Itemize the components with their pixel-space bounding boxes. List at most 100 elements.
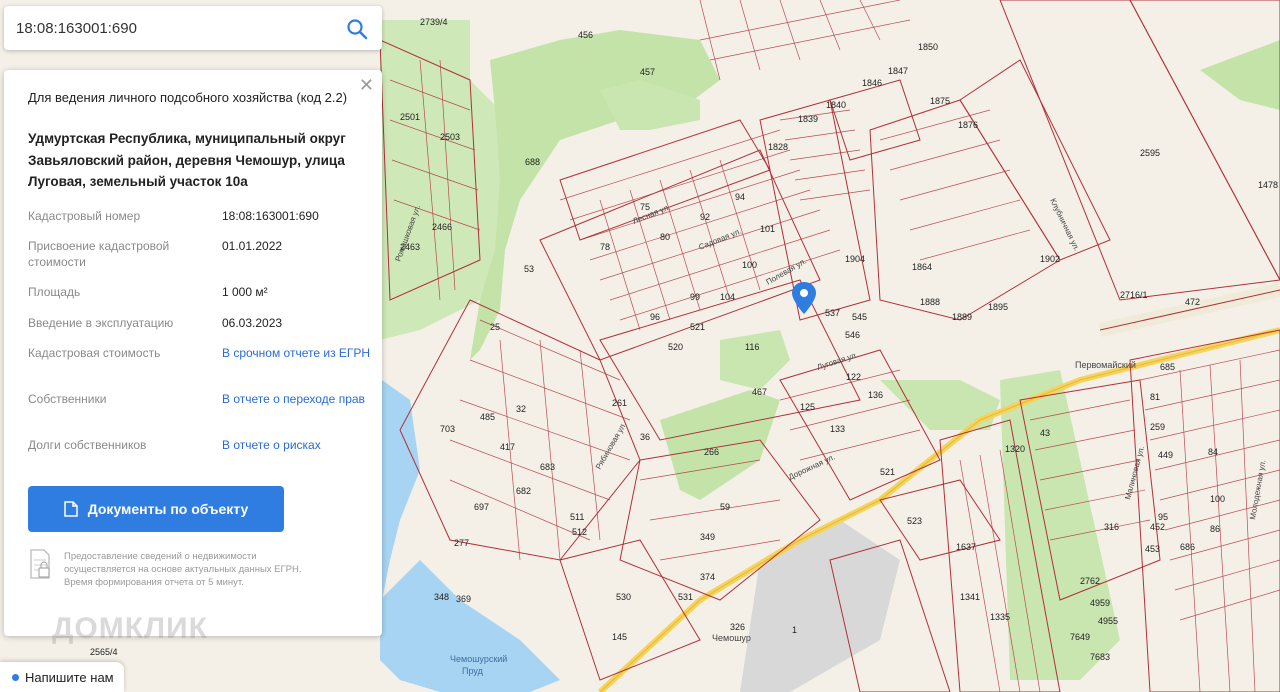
svg-text:521: 521	[880, 467, 895, 477]
svg-text:125: 125	[800, 402, 815, 412]
svg-text:99: 99	[690, 292, 700, 302]
svg-text:2565/4: 2565/4	[90, 647, 118, 657]
cadastral-value-report-link[interactable]: В срочном отчете из ЕГРН	[222, 345, 372, 361]
svg-text:703: 703	[440, 424, 455, 434]
svg-text:Пруд: Пруд	[462, 666, 484, 676]
svg-text:369: 369	[456, 594, 471, 604]
svg-text:133: 133	[830, 424, 845, 434]
svg-text:59: 59	[720, 502, 730, 512]
svg-text:1864: 1864	[912, 262, 932, 272]
chat-button[interactable]: Напишите нам	[0, 662, 124, 692]
svg-text:1847: 1847	[888, 66, 908, 76]
svg-text:4959: 4959	[1090, 598, 1110, 608]
svg-text:261: 261	[612, 398, 627, 408]
svg-text:456: 456	[578, 30, 593, 40]
risk-report-link[interactable]: В отчете о рисках	[222, 437, 372, 453]
svg-text:452: 452	[1150, 522, 1165, 532]
svg-text:145: 145	[612, 632, 627, 642]
svg-text:348: 348	[434, 592, 449, 602]
field-value: 01.01.2022	[222, 239, 283, 253]
svg-text:96: 96	[650, 312, 660, 322]
svg-text:546: 546	[845, 330, 860, 340]
svg-text:2503: 2503	[440, 132, 460, 142]
svg-text:1839: 1839	[798, 114, 818, 124]
svg-text:122: 122	[846, 372, 861, 382]
svg-text:545: 545	[852, 312, 867, 322]
svg-text:472: 472	[1185, 297, 1200, 307]
object-documents-button[interactable]: Документы по объекту	[28, 486, 284, 532]
svg-text:1341: 1341	[960, 592, 980, 602]
ownership-transfer-report-link[interactable]: В отчете о переходе прав	[222, 391, 372, 407]
svg-text:Первомайский: Первомайский	[1075, 360, 1136, 370]
svg-text:101: 101	[760, 224, 775, 234]
svg-text:2466: 2466	[432, 222, 452, 232]
svg-text:94: 94	[735, 192, 745, 202]
svg-text:697: 697	[474, 502, 489, 512]
field-label: Введение в эксплуатацию	[28, 316, 174, 330]
svg-text:7649: 7649	[1070, 632, 1090, 642]
svg-text:457: 457	[640, 67, 655, 77]
svg-text:100: 100	[742, 260, 757, 270]
svg-text:Чемошурский: Чемошурский	[450, 654, 507, 664]
svg-text:259: 259	[1150, 422, 1165, 432]
svg-text:511: 511	[570, 512, 584, 522]
cadastral-search-input[interactable]	[14, 18, 338, 38]
svg-text:1828: 1828	[768, 142, 788, 152]
svg-text:43: 43	[1040, 428, 1050, 438]
svg-text:1846: 1846	[862, 78, 882, 88]
field-value: 1 000 м²	[222, 285, 268, 299]
svg-text:686: 686	[1180, 542, 1195, 552]
field-value: 18:08:163001:690	[222, 209, 319, 223]
close-icon[interactable]: ✕	[359, 76, 374, 94]
search-icon[interactable]	[346, 18, 368, 40]
svg-text:417: 417	[500, 442, 515, 452]
svg-text:685: 685	[1160, 362, 1175, 372]
data-source-note: Предоставление сведений о недвижимости о…	[64, 551, 302, 588]
svg-text:1335: 1335	[990, 612, 1010, 622]
field-label: Кадастровая стоимость	[28, 346, 161, 360]
svg-text:80: 80	[660, 232, 670, 242]
svg-text:453: 453	[1145, 544, 1160, 554]
svg-text:2595: 2595	[1140, 148, 1160, 158]
parcel-address: Удмуртская Республика, муниципальный окр…	[28, 131, 346, 189]
svg-text:81: 81	[1150, 392, 1160, 402]
svg-text:1637: 1637	[956, 542, 976, 552]
svg-text:683: 683	[540, 462, 555, 472]
svg-text:53: 53	[524, 264, 534, 274]
svg-text:1888: 1888	[920, 297, 940, 307]
svg-text:277: 277	[454, 538, 469, 548]
svg-text:136: 136	[868, 390, 883, 400]
field-label: Собственники	[28, 392, 107, 406]
svg-text:512: 512	[572, 527, 587, 537]
svg-text:449: 449	[1158, 450, 1173, 460]
document-icon	[63, 501, 78, 517]
svg-text:1840: 1840	[826, 100, 846, 110]
svg-text:1876: 1876	[958, 120, 978, 130]
svg-text:1904: 1904	[845, 254, 865, 264]
svg-text:104: 104	[720, 292, 735, 302]
svg-text:530: 530	[616, 592, 631, 602]
svg-text:1478: 1478	[1258, 180, 1278, 190]
svg-text:1902: 1902	[1040, 254, 1060, 264]
svg-text:1889: 1889	[952, 312, 972, 322]
svg-text:467: 467	[752, 387, 767, 397]
svg-text:1320: 1320	[1005, 444, 1025, 454]
svg-text:523: 523	[907, 516, 922, 526]
field-value: 06.03.2023	[222, 316, 283, 330]
svg-text:Чемошур: Чемошур	[712, 633, 751, 643]
svg-text:682: 682	[516, 486, 531, 496]
svg-text:1875: 1875	[930, 96, 950, 106]
field-label: Кадастровый номер	[28, 209, 141, 223]
svg-text:2716/1: 2716/1	[1120, 290, 1148, 300]
svg-text:36: 36	[640, 432, 650, 442]
svg-text:521: 521	[690, 322, 705, 332]
search-bar	[4, 6, 382, 50]
svg-text:7683: 7683	[1090, 652, 1110, 662]
svg-text:100: 100	[1210, 494, 1225, 504]
svg-text:2739/4: 2739/4	[420, 17, 448, 27]
svg-text:316: 316	[1104, 522, 1119, 532]
svg-text:4955: 4955	[1098, 616, 1118, 626]
svg-text:32: 32	[516, 404, 526, 414]
chat-button-label: Напишите нам	[25, 669, 114, 685]
svg-text:86: 86	[1210, 524, 1220, 534]
